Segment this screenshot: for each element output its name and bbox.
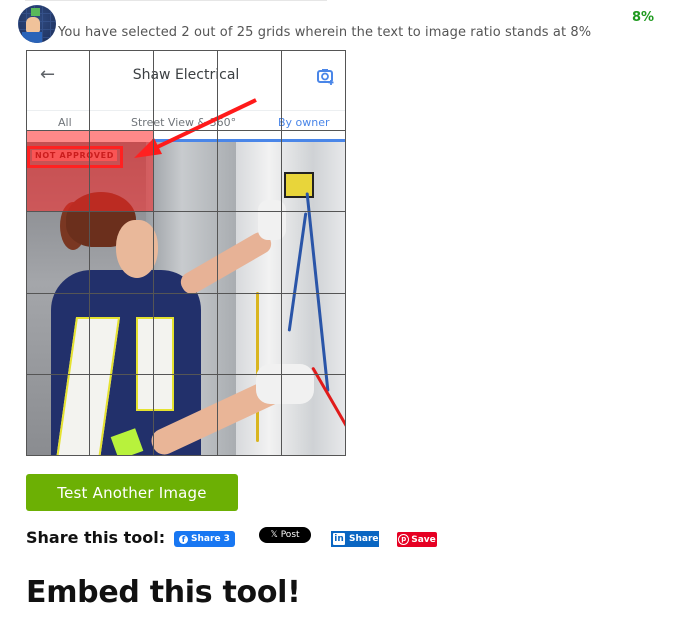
pinterest-icon: p xyxy=(398,534,410,545)
linkedin-share-label: Share xyxy=(349,534,379,544)
linkedin-share-button[interactable]: in Share xyxy=(331,531,379,547)
grid-cell[interactable] xyxy=(154,374,218,456)
grid-cell[interactable] xyxy=(218,50,282,132)
facebook-icon: f xyxy=(179,534,189,544)
x-logo-icon: 𝕏 xyxy=(270,530,278,540)
grid-cell[interactable] xyxy=(90,212,154,294)
top-divider xyxy=(25,0,327,1)
grid-cell[interactable] xyxy=(154,131,218,213)
grid-cell[interactable] xyxy=(282,50,346,132)
grid-cell[interactable] xyxy=(218,212,282,294)
grid-cell[interactable] xyxy=(26,374,90,456)
x-post-label: Post xyxy=(280,530,300,540)
grid-cell[interactable] xyxy=(26,50,90,132)
grid-cell[interactable] xyxy=(282,293,346,375)
grid-cell[interactable] xyxy=(26,293,90,375)
pinterest-save-button[interactable]: p Save xyxy=(397,532,437,547)
grid-cell[interactable] xyxy=(154,293,218,375)
selection-status-text: You have selected 2 out of 25 grids wher… xyxy=(58,25,592,40)
grid-cell[interactable] xyxy=(90,293,154,375)
facebook-share-button[interactable]: f Share 3 xyxy=(174,531,235,547)
grid-cell[interactable] xyxy=(218,131,282,213)
grid-cell[interactable] xyxy=(26,212,90,294)
grid-cell[interactable] xyxy=(90,50,154,132)
linkedin-icon: in xyxy=(333,533,345,545)
x-post-button[interactable]: 𝕏 Post xyxy=(259,527,311,543)
grid-cell[interactable] xyxy=(282,131,346,213)
pinterest-save-label: Save xyxy=(411,534,436,545)
embed-heading: Embed this tool! xyxy=(26,575,301,610)
grid-cell[interactable] xyxy=(154,50,218,132)
ratio-percentage-badge: 8% xyxy=(632,10,655,25)
share-label: Share this tool: xyxy=(26,528,166,547)
facebook-share-label: Share 3 xyxy=(191,534,230,544)
grid-cell[interactable] xyxy=(218,374,282,456)
grid-cell[interactable] xyxy=(90,374,154,456)
test-another-image-button[interactable]: Test Another Image xyxy=(26,474,238,511)
grid-cell[interactable] xyxy=(282,374,346,456)
selection-grid xyxy=(26,50,346,456)
grid-cell[interactable] xyxy=(90,131,154,213)
grid-cell[interactable] xyxy=(282,212,346,294)
grid-cell[interactable] xyxy=(26,131,90,213)
tool-avatar-icon xyxy=(18,5,56,43)
grid-cell[interactable] xyxy=(154,212,218,294)
grid-cell[interactable] xyxy=(218,293,282,375)
